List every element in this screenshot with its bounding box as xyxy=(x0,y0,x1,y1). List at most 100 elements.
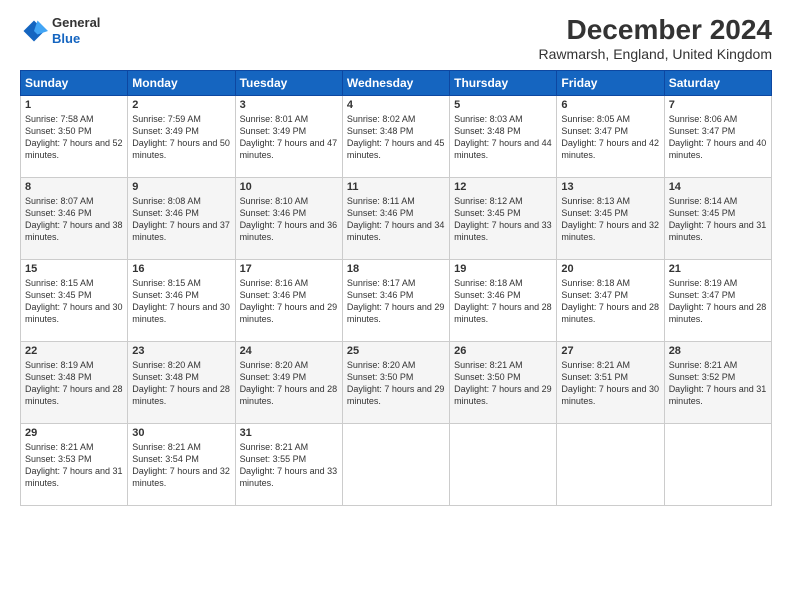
table-row: 12 Sunrise: 8:12 AM Sunset: 3:45 PM Dayl… xyxy=(450,177,557,259)
table-row: 13 Sunrise: 8:13 AM Sunset: 3:45 PM Dayl… xyxy=(557,177,664,259)
day-number: 1 xyxy=(25,99,123,111)
day-info: Sunrise: 8:14 AM Sunset: 3:45 PM Dayligh… xyxy=(669,195,767,244)
table-row: 19 Sunrise: 8:18 AM Sunset: 3:46 PM Dayl… xyxy=(450,259,557,341)
table-row: 25 Sunrise: 8:20 AM Sunset: 3:50 PM Dayl… xyxy=(342,341,449,423)
header-sunday: Sunday xyxy=(21,70,128,95)
page: General Blue December 2024 Rawmarsh, Eng… xyxy=(0,0,792,612)
week-row-3: 15 Sunrise: 8:15 AM Sunset: 3:45 PM Dayl… xyxy=(21,259,772,341)
day-info: Sunrise: 8:15 AM Sunset: 3:46 PM Dayligh… xyxy=(132,277,230,326)
table-row: 7 Sunrise: 8:06 AM Sunset: 3:47 PM Dayli… xyxy=(664,95,771,177)
logo-line2: Blue xyxy=(52,31,100,47)
calendar-table: Sunday Monday Tuesday Wednesday Thursday… xyxy=(20,70,772,506)
table-row xyxy=(342,423,449,505)
table-row xyxy=(664,423,771,505)
day-info: Sunrise: 8:10 AM Sunset: 3:46 PM Dayligh… xyxy=(240,195,338,244)
day-info: Sunrise: 8:15 AM Sunset: 3:45 PM Dayligh… xyxy=(25,277,123,326)
day-info: Sunrise: 8:01 AM Sunset: 3:49 PM Dayligh… xyxy=(240,113,338,162)
logo-line1: General xyxy=(52,15,100,31)
day-number: 3 xyxy=(240,99,338,111)
day-number: 31 xyxy=(240,427,338,439)
day-number: 27 xyxy=(561,345,659,357)
table-row: 29 Sunrise: 8:21 AM Sunset: 3:53 PM Dayl… xyxy=(21,423,128,505)
day-number: 13 xyxy=(561,181,659,193)
header-row: Sunday Monday Tuesday Wednesday Thursday… xyxy=(21,70,772,95)
day-info: Sunrise: 8:21 AM Sunset: 3:53 PM Dayligh… xyxy=(25,441,123,490)
table-row: 21 Sunrise: 8:19 AM Sunset: 3:47 PM Dayl… xyxy=(664,259,771,341)
header-tuesday: Tuesday xyxy=(235,70,342,95)
header-friday: Friday xyxy=(557,70,664,95)
day-number: 30 xyxy=(132,427,230,439)
table-row: 31 Sunrise: 8:21 AM Sunset: 3:55 PM Dayl… xyxy=(235,423,342,505)
day-number: 17 xyxy=(240,263,338,275)
day-info: Sunrise: 8:18 AM Sunset: 3:46 PM Dayligh… xyxy=(454,277,552,326)
day-number: 9 xyxy=(132,181,230,193)
week-row-5: 29 Sunrise: 8:21 AM Sunset: 3:53 PM Dayl… xyxy=(21,423,772,505)
table-row: 26 Sunrise: 8:21 AM Sunset: 3:50 PM Dayl… xyxy=(450,341,557,423)
day-number: 14 xyxy=(669,181,767,193)
day-info: Sunrise: 8:07 AM Sunset: 3:46 PM Dayligh… xyxy=(25,195,123,244)
table-row: 11 Sunrise: 8:11 AM Sunset: 3:46 PM Dayl… xyxy=(342,177,449,259)
week-row-1: 1 Sunrise: 7:58 AM Sunset: 3:50 PM Dayli… xyxy=(21,95,772,177)
day-number: 6 xyxy=(561,99,659,111)
day-info: Sunrise: 8:13 AM Sunset: 3:45 PM Dayligh… xyxy=(561,195,659,244)
table-row: 30 Sunrise: 8:21 AM Sunset: 3:54 PM Dayl… xyxy=(128,423,235,505)
day-info: Sunrise: 7:58 AM Sunset: 3:50 PM Dayligh… xyxy=(25,113,123,162)
table-row: 18 Sunrise: 8:17 AM Sunset: 3:46 PM Dayl… xyxy=(342,259,449,341)
day-info: Sunrise: 8:20 AM Sunset: 3:50 PM Dayligh… xyxy=(347,359,445,408)
day-number: 7 xyxy=(669,99,767,111)
day-number: 20 xyxy=(561,263,659,275)
header-monday: Monday xyxy=(128,70,235,95)
table-row: 14 Sunrise: 8:14 AM Sunset: 3:45 PM Dayl… xyxy=(664,177,771,259)
main-title: December 2024 xyxy=(539,15,772,46)
day-info: Sunrise: 8:21 AM Sunset: 3:54 PM Dayligh… xyxy=(132,441,230,490)
day-info: Sunrise: 8:17 AM Sunset: 3:46 PM Dayligh… xyxy=(347,277,445,326)
day-number: 29 xyxy=(25,427,123,439)
table-row: 20 Sunrise: 8:18 AM Sunset: 3:47 PM Dayl… xyxy=(557,259,664,341)
header: General Blue December 2024 Rawmarsh, Eng… xyxy=(20,15,772,62)
day-number: 10 xyxy=(240,181,338,193)
day-info: Sunrise: 8:06 AM Sunset: 3:47 PM Dayligh… xyxy=(669,113,767,162)
day-number: 18 xyxy=(347,263,445,275)
table-row: 5 Sunrise: 8:03 AM Sunset: 3:48 PM Dayli… xyxy=(450,95,557,177)
day-number: 5 xyxy=(454,99,552,111)
day-number: 28 xyxy=(669,345,767,357)
table-row: 24 Sunrise: 8:20 AM Sunset: 3:49 PM Dayl… xyxy=(235,341,342,423)
header-thursday: Thursday xyxy=(450,70,557,95)
table-row: 16 Sunrise: 8:15 AM Sunset: 3:46 PM Dayl… xyxy=(128,259,235,341)
table-row: 1 Sunrise: 7:58 AM Sunset: 3:50 PM Dayli… xyxy=(21,95,128,177)
table-row: 27 Sunrise: 8:21 AM Sunset: 3:51 PM Dayl… xyxy=(557,341,664,423)
table-row: 22 Sunrise: 8:19 AM Sunset: 3:48 PM Dayl… xyxy=(21,341,128,423)
table-row: 2 Sunrise: 7:59 AM Sunset: 3:49 PM Dayli… xyxy=(128,95,235,177)
day-number: 4 xyxy=(347,99,445,111)
day-info: Sunrise: 8:19 AM Sunset: 3:47 PM Dayligh… xyxy=(669,277,767,326)
day-number: 15 xyxy=(25,263,123,275)
day-info: Sunrise: 8:02 AM Sunset: 3:48 PM Dayligh… xyxy=(347,113,445,162)
table-row: 17 Sunrise: 8:16 AM Sunset: 3:46 PM Dayl… xyxy=(235,259,342,341)
logo: General Blue xyxy=(20,15,100,46)
day-info: Sunrise: 8:21 AM Sunset: 3:52 PM Dayligh… xyxy=(669,359,767,408)
title-section: December 2024 Rawmarsh, England, United … xyxy=(539,15,772,62)
table-row: 9 Sunrise: 8:08 AM Sunset: 3:46 PM Dayli… xyxy=(128,177,235,259)
day-info: Sunrise: 8:12 AM Sunset: 3:45 PM Dayligh… xyxy=(454,195,552,244)
day-info: Sunrise: 8:21 AM Sunset: 3:50 PM Dayligh… xyxy=(454,359,552,408)
header-saturday: Saturday xyxy=(664,70,771,95)
day-number: 8 xyxy=(25,181,123,193)
day-info: Sunrise: 8:08 AM Sunset: 3:46 PM Dayligh… xyxy=(132,195,230,244)
logo-text: General Blue xyxy=(52,15,100,46)
day-info: Sunrise: 8:21 AM Sunset: 3:55 PM Dayligh… xyxy=(240,441,338,490)
week-row-2: 8 Sunrise: 8:07 AM Sunset: 3:46 PM Dayli… xyxy=(21,177,772,259)
table-row: 6 Sunrise: 8:05 AM Sunset: 3:47 PM Dayli… xyxy=(557,95,664,177)
day-number: 19 xyxy=(454,263,552,275)
day-number: 22 xyxy=(25,345,123,357)
day-info: Sunrise: 8:20 AM Sunset: 3:48 PM Dayligh… xyxy=(132,359,230,408)
day-info: Sunrise: 7:59 AM Sunset: 3:49 PM Dayligh… xyxy=(132,113,230,162)
day-info: Sunrise: 8:03 AM Sunset: 3:48 PM Dayligh… xyxy=(454,113,552,162)
day-info: Sunrise: 8:20 AM Sunset: 3:49 PM Dayligh… xyxy=(240,359,338,408)
logo-icon xyxy=(20,17,48,45)
day-number: 2 xyxy=(132,99,230,111)
day-info: Sunrise: 8:16 AM Sunset: 3:46 PM Dayligh… xyxy=(240,277,338,326)
day-info: Sunrise: 8:19 AM Sunset: 3:48 PM Dayligh… xyxy=(25,359,123,408)
day-info: Sunrise: 8:11 AM Sunset: 3:46 PM Dayligh… xyxy=(347,195,445,244)
table-row: 4 Sunrise: 8:02 AM Sunset: 3:48 PM Dayli… xyxy=(342,95,449,177)
table-row xyxy=(450,423,557,505)
